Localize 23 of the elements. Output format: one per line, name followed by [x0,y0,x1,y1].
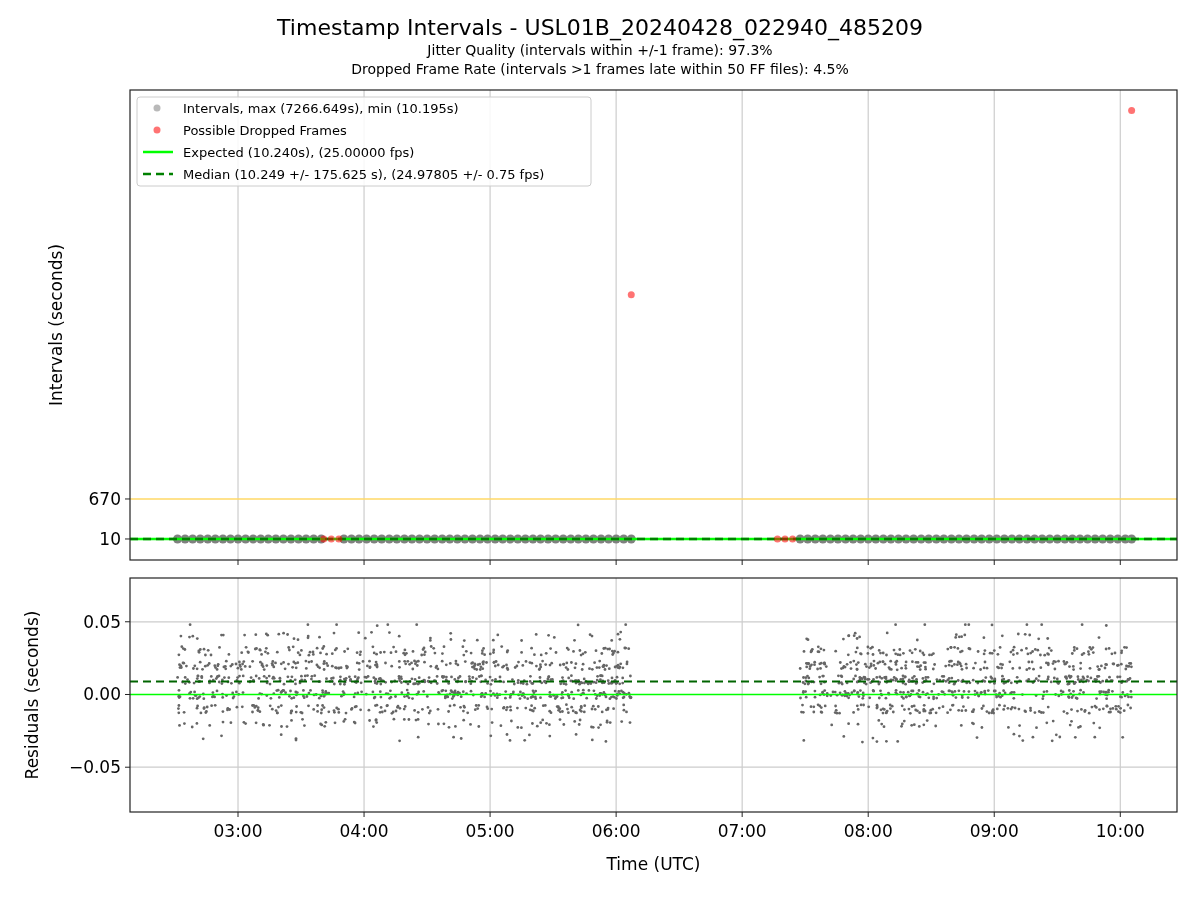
x-tick-label: 06:00 [591,821,641,841]
legend-label: Median (10.249 +/- 175.625 s), (24.97805 +/- 0.75 fps) [183,166,545,182]
y-tick-label: −0.05 [68,757,121,778]
y-axis-label: Residuals (seconds) [22,610,42,780]
x-tick-label: 09:00 [969,821,1019,841]
x-tick-label: 10:00 [1095,821,1145,841]
legend-label: Expected (10.240s), (25.00000 fps) [183,144,415,160]
x-tick-label: 04:00 [339,821,389,841]
y-tick-label: 670 [88,488,121,509]
x-tick-label: 05:00 [465,821,515,841]
legend-label: Intervals, max (7266.649s), min (10.195s) [183,100,459,116]
chart-title: Timestamp Intervals - USL01B_20240428_022940_485209 [277,15,923,41]
y-tick-label: 10 [99,528,121,549]
x-axis-label: Time (UTC) [606,854,701,874]
y-tick-label: 0.00 [83,684,121,705]
x-tick-label: 08:00 [843,821,893,841]
y-tick-label: 0.05 [83,611,121,632]
chart-subtitle: Dropped Frame Rate (intervals >1 frames late within 50 FF files): 4.5% [351,60,849,79]
x-tick-label: 03:00 [213,821,263,841]
x-tick-label: 07:00 [717,821,767,841]
legend-label: Possible Dropped Frames [183,122,347,138]
y-axis-label: Intervals (seconds) [46,243,66,407]
chart-subtitle: Jitter Quality (intervals within +/-1 frame): 97.3% [427,41,773,60]
